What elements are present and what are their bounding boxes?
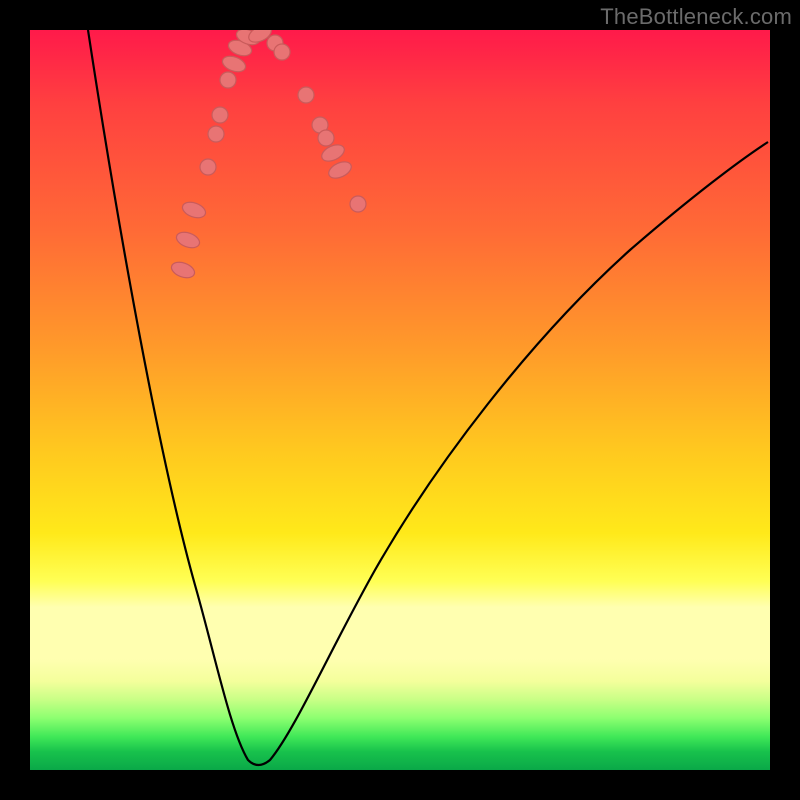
data-point bbox=[174, 229, 201, 250]
data-point bbox=[298, 87, 314, 103]
plot-frame bbox=[30, 30, 770, 770]
chart-overlay bbox=[30, 30, 770, 770]
data-point bbox=[220, 53, 247, 74]
data-point bbox=[200, 159, 216, 175]
data-point bbox=[212, 107, 228, 123]
bottleneck-curve bbox=[88, 30, 768, 765]
watermark-text: TheBottleneck.com bbox=[600, 4, 792, 30]
data-point bbox=[274, 44, 290, 60]
data-point bbox=[220, 72, 236, 88]
data-point bbox=[350, 196, 366, 212]
data-point bbox=[208, 126, 224, 142]
data-point bbox=[180, 199, 207, 220]
data-point bbox=[318, 130, 334, 146]
data-point bbox=[326, 159, 354, 182]
data-point bbox=[169, 259, 196, 280]
data-points bbox=[169, 30, 366, 281]
